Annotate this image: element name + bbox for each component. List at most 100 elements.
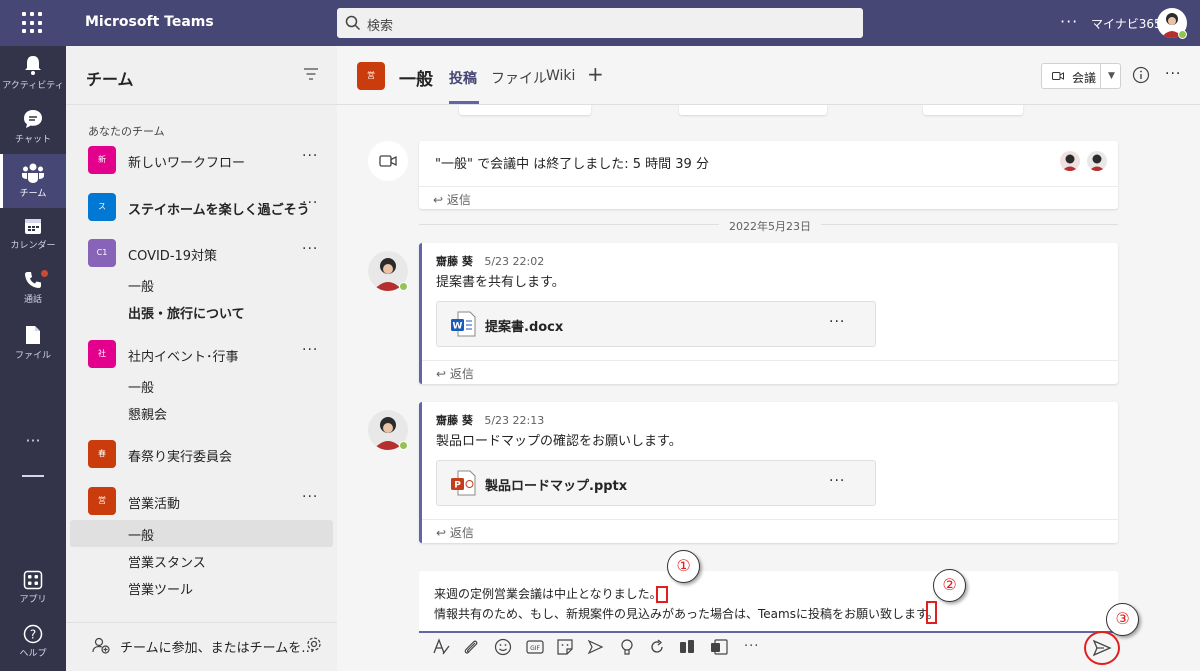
- team-more-button[interactable]: ···: [302, 342, 318, 358]
- team-spring-festival[interactable]: 春 春祭り実行委員会: [88, 440, 338, 468]
- team-company-events[interactable]: 社 社内イベント･行事 ···: [88, 340, 338, 368]
- reply-button[interactable]: ↩ 返信: [436, 365, 474, 382]
- scrolled-card-stub: [923, 105, 1023, 115]
- channel-covid-travel[interactable]: 出張・旅行について: [128, 303, 245, 322]
- channel-sales-general[interactable]: 一般: [128, 525, 154, 544]
- annotation-highlight-box: [926, 601, 937, 624]
- apps-icon: [23, 570, 43, 590]
- participant-avatar: [1060, 151, 1080, 171]
- info-icon[interactable]: [1132, 66, 1150, 84]
- add-tab-button[interactable]: +: [587, 62, 604, 86]
- reply-arrow-icon: ↩: [436, 526, 450, 540]
- format-icon[interactable]: [431, 637, 451, 657]
- sticker-icon[interactable]: [555, 637, 575, 657]
- reply-button[interactable]: ↩ 返信: [436, 524, 474, 541]
- meet-now-button[interactable]: 会議 ▼: [1041, 63, 1121, 89]
- team-more-button[interactable]: ···: [302, 148, 318, 164]
- channel-sales-stance[interactable]: 営業スタンス: [128, 552, 206, 571]
- channel-event-general[interactable]: 一般: [128, 377, 154, 396]
- team-more-button[interactable]: ···: [302, 195, 318, 211]
- active-tab-underline: [449, 101, 479, 104]
- reply-divider: [419, 186, 1118, 187]
- svg-text:P: P: [454, 481, 461, 491]
- word-icon: W: [451, 311, 476, 337]
- message-feed: "一般" で会議中 は終了しました: 5 時間 39 分 ↩ 返信 2022年5…: [337, 105, 1200, 565]
- file-attachment[interactable]: W 提案書.docx ···: [436, 301, 876, 347]
- channel-more-button[interactable]: ···: [1165, 66, 1181, 82]
- compose-box[interactable]: 来週の定例営業会議は中止となりました。 情報共有のため、もし、新規案件の見込みが…: [419, 571, 1118, 633]
- reply-button[interactable]: ↩ 返信: [433, 191, 471, 208]
- reply-arrow-icon: ↩: [436, 367, 450, 381]
- channel-header: 営 一般 投稿 ファイル Wiki + 会議 ▼ ···: [337, 46, 1200, 105]
- team-tile: C1: [88, 239, 116, 267]
- team-tile: 新: [88, 146, 116, 174]
- team-sales[interactable]: 営 営業活動 ···: [88, 487, 338, 515]
- team-tile: 社: [88, 340, 116, 368]
- rail-calendar[interactable]: カレンダー: [0, 208, 66, 262]
- date-label: 2022年5月23日: [719, 218, 821, 234]
- team-more-button[interactable]: ···: [302, 241, 318, 257]
- praise-icon[interactable]: [617, 637, 637, 657]
- filter-icon[interactable]: [304, 68, 318, 80]
- forms-icon[interactable]: [709, 637, 729, 657]
- file-more-button[interactable]: ···: [829, 314, 845, 330]
- rail-chat[interactable]: チャット: [0, 100, 66, 154]
- team-covid[interactable]: C1 COVID-19対策 ···: [88, 239, 338, 267]
- message-time: 5/23 22:02: [484, 255, 545, 268]
- team-tile: 春: [88, 440, 116, 468]
- team-more-button[interactable]: ···: [302, 489, 318, 505]
- gif-icon[interactable]: GIF: [525, 637, 545, 657]
- participant-avatar: [1087, 151, 1107, 171]
- reply-divider: [422, 360, 1118, 361]
- reply-arrow-icon: ↩: [433, 193, 447, 207]
- compose-text-line-2[interactable]: 情報共有のため、もし、新規案件の見込みがあった場合は、Teamsに投稿をお願い致…: [434, 605, 939, 622]
- rail-help[interactable]: ? ヘルプ: [0, 616, 66, 670]
- rail-teams[interactable]: チーム: [0, 154, 66, 208]
- app-rail: アクティビティ チャット チーム カレンダー 通話 ファイル ··· アプリ ?…: [0, 46, 66, 671]
- settings-more-button[interactable]: ···: [1060, 12, 1078, 31]
- tab-files[interactable]: ファイル: [491, 68, 547, 88]
- channel-sales-tools[interactable]: 営業ツール: [128, 579, 193, 598]
- file-icon: [26, 326, 40, 344]
- search-box[interactable]: 検索: [337, 8, 863, 38]
- rail-calls[interactable]: 通話: [0, 262, 66, 316]
- team-tile: 営: [88, 487, 116, 515]
- message-card: 齋藤 葵 5/23 22:13 製品ロードマップの確認をお願いします。 P 製品…: [419, 402, 1118, 543]
- loop-icon[interactable]: [647, 637, 667, 657]
- meet-now-icon[interactable]: [585, 637, 605, 657]
- channel-covid-general[interactable]: 一般: [128, 276, 154, 295]
- team-name: ステイホームを楽しく過ごそう: [128, 203, 310, 218]
- tab-posts[interactable]: 投稿: [449, 68, 477, 88]
- compose-text-line-1[interactable]: 来週の定例営業会議は中止となりました。: [434, 585, 662, 602]
- tab-wiki[interactable]: Wiki: [546, 68, 575, 84]
- channel-event-party[interactable]: 懇親会: [128, 404, 167, 423]
- rail-files[interactable]: ファイル: [0, 316, 66, 370]
- file-attachment[interactable]: P 製品ロードマップ.pptx ···: [436, 460, 876, 506]
- emoji-icon[interactable]: [493, 637, 513, 657]
- file-more-button[interactable]: ···: [829, 473, 845, 489]
- team-name: 新しいワークフロー: [128, 156, 246, 171]
- rail-more-apps-button[interactable]: ···: [0, 431, 66, 450]
- gear-icon[interactable]: [305, 635, 323, 653]
- chevron-down-icon[interactable]: ▼: [1100, 64, 1122, 88]
- team-tile: ス: [88, 193, 116, 221]
- teams-sidebar: チーム あなたのチーム 新 新しいワークフロー ··· ス ステイホームを楽しく…: [66, 46, 337, 671]
- attach-icon[interactable]: [461, 637, 481, 657]
- join-or-create-team-link[interactable]: チームに参加、またはチームを…: [120, 637, 314, 656]
- rail-activity[interactable]: アクティビティ: [0, 46, 66, 100]
- title-bar: Microsoft Teams 検索 ··· マイナビ365: [0, 0, 1200, 46]
- file-name: 提案書.docx: [485, 320, 564, 335]
- help-icon: ?: [23, 624, 43, 644]
- presence-available-icon: [1178, 30, 1187, 39]
- team-new-workflow[interactable]: 新 新しいワークフロー ···: [88, 146, 338, 174]
- annotation-callout-2: ②: [933, 569, 966, 602]
- video-camera-icon: [379, 155, 397, 167]
- message-meta: 齋藤 葵 5/23 22:02: [436, 253, 544, 269]
- sender-name: 齋藤 葵: [436, 414, 473, 427]
- team-stay-home[interactable]: ス ステイホームを楽しく過ごそう ···: [88, 193, 338, 221]
- app-launcher-icon[interactable]: [22, 12, 44, 34]
- rail-apps[interactable]: アプリ: [0, 562, 66, 616]
- more-options-button[interactable]: ···: [744, 639, 759, 654]
- approvals-icon[interactable]: [677, 637, 697, 657]
- team-name: 営業活動: [128, 497, 181, 512]
